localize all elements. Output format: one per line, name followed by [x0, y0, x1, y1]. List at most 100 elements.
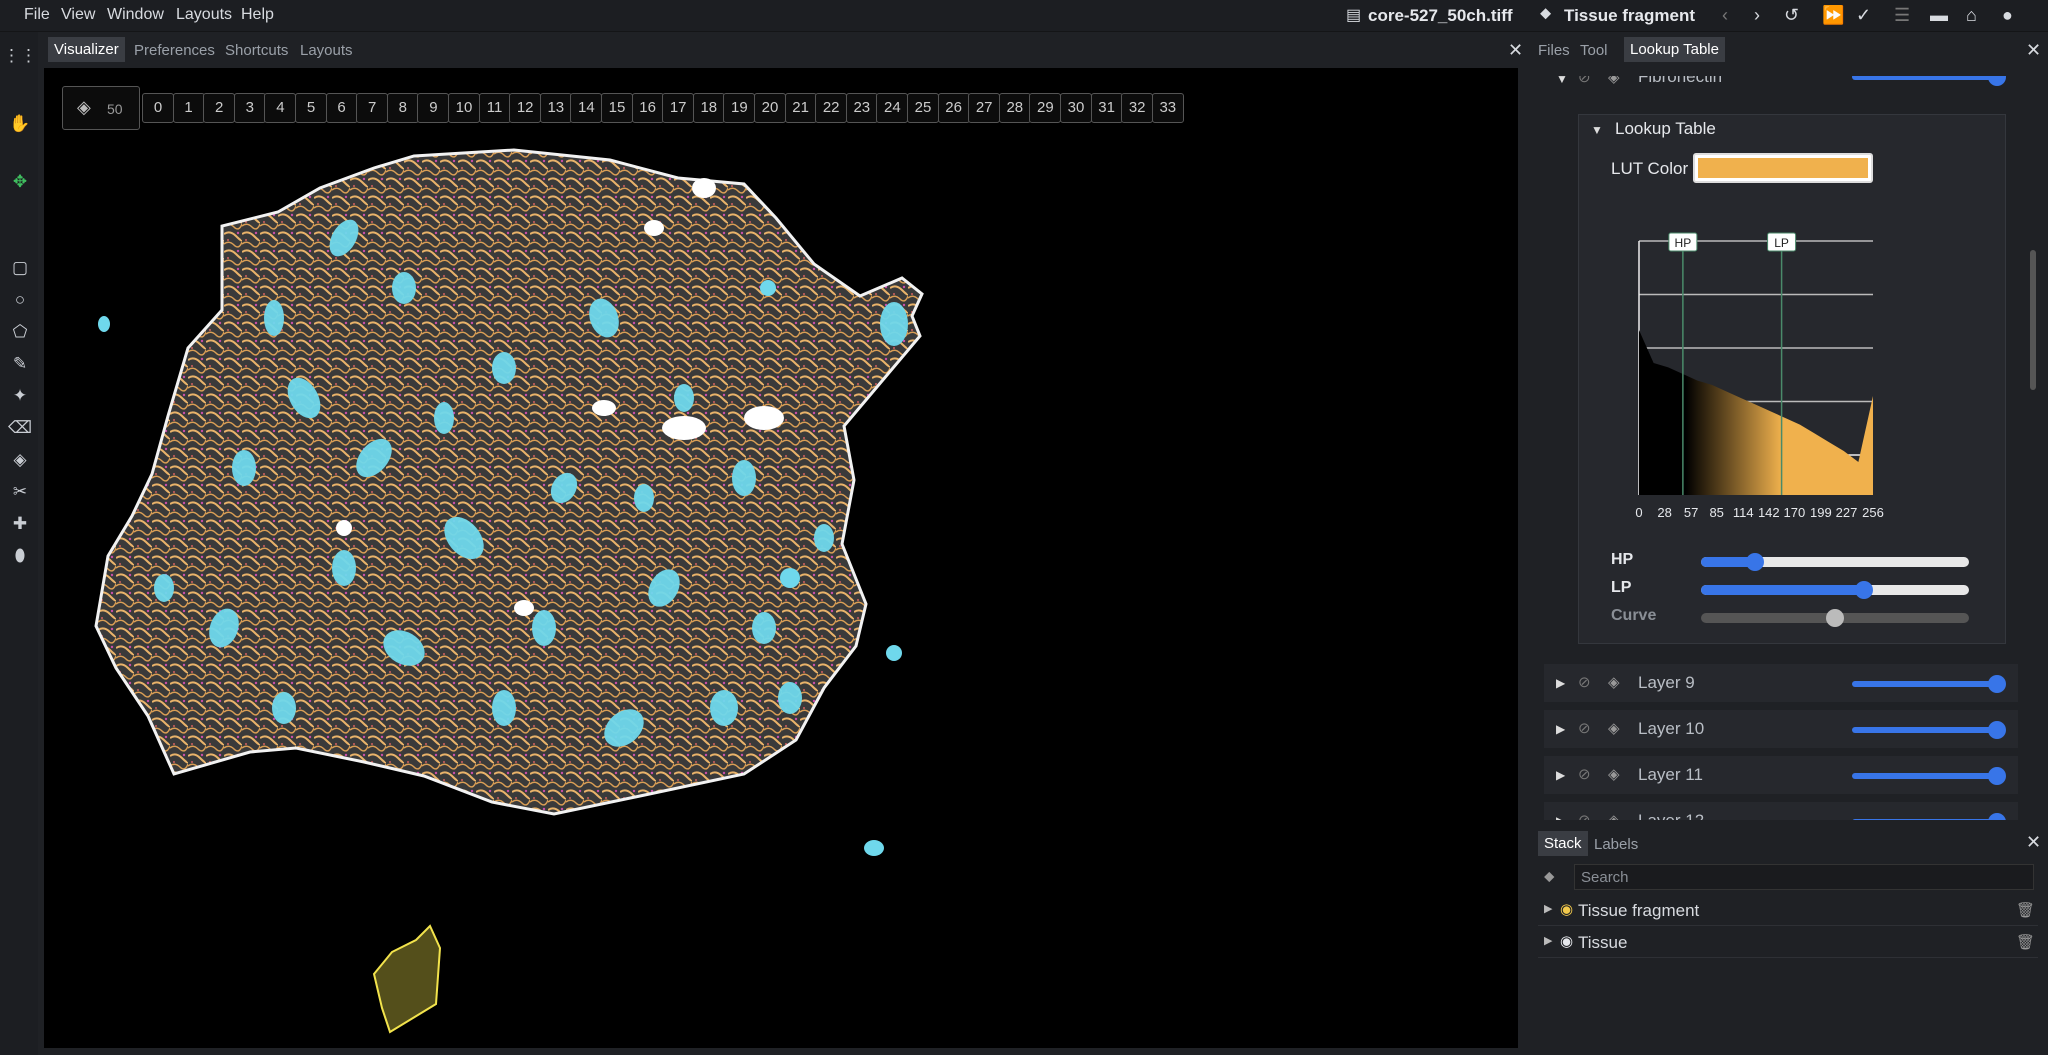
channel-button[interactable]: 24 [876, 93, 909, 123]
opacity-slider[interactable] [1852, 727, 1998, 733]
opacity-knob[interactable] [1988, 675, 2006, 693]
curve-slider-knob[interactable] [1826, 609, 1844, 627]
channel-button[interactable]: 12 [509, 93, 542, 123]
tab-layouts[interactable]: Layouts [300, 42, 353, 59]
home-icon[interactable]: ⌂ [1966, 5, 1977, 26]
apps-grid-icon[interactable]: ⋮⋮ [3, 46, 37, 66]
eye-slash-icon[interactable]: ⊘ [1578, 765, 1591, 783]
channel-button[interactable]: 2 [203, 93, 236, 123]
tab-stack[interactable]: Stack [1538, 831, 1588, 856]
layer-row-fibronectin[interactable]: ▼ ⊘ ◈ Fibronectin [1544, 76, 2018, 96]
lp-slider[interactable] [1701, 581, 1969, 599]
channel-button[interactable]: 21 [784, 93, 817, 123]
tab-labels[interactable]: Labels [1594, 836, 1638, 853]
layer-row[interactable]: ▶ ⊘ ◈ Layer 9 [1544, 664, 2018, 702]
opacity-slider[interactable] [1852, 773, 1998, 779]
channel-button[interactable]: 30 [1060, 93, 1092, 123]
caret-right-icon[interactable]: ▶ [1556, 814, 1565, 820]
channel-button[interactable]: 17 [662, 93, 695, 123]
next-icon[interactable]: › [1754, 5, 1760, 26]
undo-icon[interactable]: ↺ [1784, 5, 1799, 26]
opacity-slider[interactable] [1852, 681, 1998, 687]
channel-button[interactable]: 18 [692, 93, 725, 123]
channel-button[interactable]: 33 [1151, 93, 1184, 123]
channel-button[interactable]: 32 [1121, 93, 1154, 123]
tab-shortcuts[interactable]: Shortcuts [225, 42, 288, 59]
menu-window[interactable]: Window [107, 6, 164, 24]
channel-button[interactable]: 6 [325, 93, 358, 123]
eye-slash-icon[interactable]: ⊘ [1578, 719, 1591, 737]
lp-slider-knob[interactable] [1855, 581, 1874, 599]
caret-down-icon[interactable]: ▼ [1591, 123, 1603, 137]
channel-button[interactable]: 8 [386, 93, 419, 123]
tab-lookup-table[interactable]: Lookup Table [1624, 37, 1725, 62]
opacity-knob[interactable] [1988, 813, 2006, 820]
eye-slash-icon[interactable]: ⊘ [1578, 811, 1591, 820]
tab-visualizer[interactable]: Visualizer [48, 37, 125, 62]
close-icon[interactable]: ✕ [2026, 40, 2041, 61]
caret-right-icon[interactable]: ▶ [1544, 902, 1552, 915]
opacity-knob[interactable] [1988, 76, 2006, 86]
scissors-icon[interactable]: ✂ [10, 482, 30, 502]
tab-files[interactable]: Files [1538, 42, 1570, 59]
layers-scrollbar[interactable] [2030, 250, 2036, 390]
opacity-knob[interactable] [1988, 767, 2006, 785]
eye-icon[interactable]: ◉ [1560, 900, 1573, 918]
channel-button[interactable]: 13 [539, 93, 572, 123]
tissue-fragment-outline[interactable] [372, 924, 442, 1034]
channel-button[interactable]: 5 [295, 93, 327, 123]
magic-wand-icon[interactable]: ✦ [10, 386, 30, 406]
brush-icon[interactable]: ✎ [10, 354, 30, 374]
menu-file[interactable]: File [24, 6, 50, 24]
puzzle-icon[interactable]: ✚ [10, 514, 30, 534]
menu-layouts[interactable]: Layouts [176, 6, 232, 24]
channel-button[interactable]: 7 [356, 93, 389, 123]
histogram-chart[interactable]: HP LP 0 28 57 85 114 142 170 199 227 256 [1593, 205, 1973, 545]
channel-button[interactable]: 3 [233, 93, 266, 123]
caret-right-icon[interactable]: ▶ [1544, 934, 1552, 947]
channel-stack-toggle[interactable]: ◈ 50 [62, 86, 140, 130]
tab-tool[interactable]: Tool [1580, 42, 1608, 59]
close-icon[interactable]: ✕ [2026, 832, 2041, 853]
eraser-icon[interactable]: ⌫ [8, 418, 32, 438]
channel-button[interactable]: 16 [631, 93, 664, 123]
channel-button[interactable]: 20 [754, 93, 786, 123]
close-icon[interactable]: ✕ [1508, 40, 1523, 61]
channel-button[interactable]: 31 [1090, 93, 1123, 123]
trash-icon[interactable]: 🗑 [2016, 933, 2035, 951]
opacity-slider[interactable] [1852, 819, 1998, 820]
hp-slider-knob[interactable] [1745, 553, 1764, 571]
rectangle-icon[interactable]: ▢ [10, 258, 30, 278]
layer-row[interactable]: ▶ ⊘ ◈ Layer 11 [1544, 756, 2018, 794]
menu-help[interactable]: Help [241, 6, 274, 24]
channel-button[interactable]: 4 [264, 93, 297, 123]
layer-row[interactable]: ▶ ⊘ ◈ Layer 10 [1544, 710, 2018, 748]
database-icon[interactable]: ☰ [1894, 5, 1910, 26]
layer-row[interactable]: ▶ ⊘ ◈ Layer 12 [1544, 802, 2018, 820]
channel-button[interactable]: 23 [845, 93, 878, 123]
opacity-knob[interactable] [1988, 721, 2006, 739]
eye-slash-icon[interactable]: ⊘ [1578, 76, 1591, 86]
curve-slider[interactable] [1701, 609, 1969, 627]
user-icon[interactable]: ● [2002, 5, 2013, 26]
channel-button[interactable]: 27 [968, 93, 1001, 123]
channel-button[interactable]: 9 [417, 93, 450, 123]
eye-icon[interactable]: ◉ [1560, 932, 1573, 950]
drive-icon[interactable]: ▬ [1930, 5, 1948, 26]
opacity-slider[interactable] [1852, 76, 1998, 80]
marker-icon[interactable]: ⬮ [10, 546, 30, 566]
polygon-icon[interactable]: ⬠ [10, 322, 30, 342]
channel-button[interactable]: 14 [570, 93, 603, 123]
channel-button[interactable]: 1 [172, 93, 205, 123]
channel-button[interactable]: 29 [1029, 93, 1062, 123]
prev-icon[interactable]: ‹ [1722, 5, 1728, 26]
fill-icon[interactable]: ◈ [10, 450, 30, 470]
image-viewer[interactable]: ◈ 50 0 1 2 3 4 5 6 7 8 9 10 11 12 13 14 15 16 17 18 19 20 21 2… [44, 68, 1518, 1048]
caret-right-icon[interactable]: ▶ [1556, 676, 1565, 690]
annotation-row[interactable]: ▶ ◉ Tissue 🗑 [1538, 928, 2038, 958]
lut-color-picker[interactable] [1693, 153, 1873, 183]
channel-button[interactable]: 22 [815, 93, 848, 123]
eye-slash-icon[interactable]: ⊘ [1578, 673, 1591, 691]
channel-button[interactable]: 11 [478, 93, 511, 123]
channel-button[interactable]: 25 [907, 93, 939, 123]
